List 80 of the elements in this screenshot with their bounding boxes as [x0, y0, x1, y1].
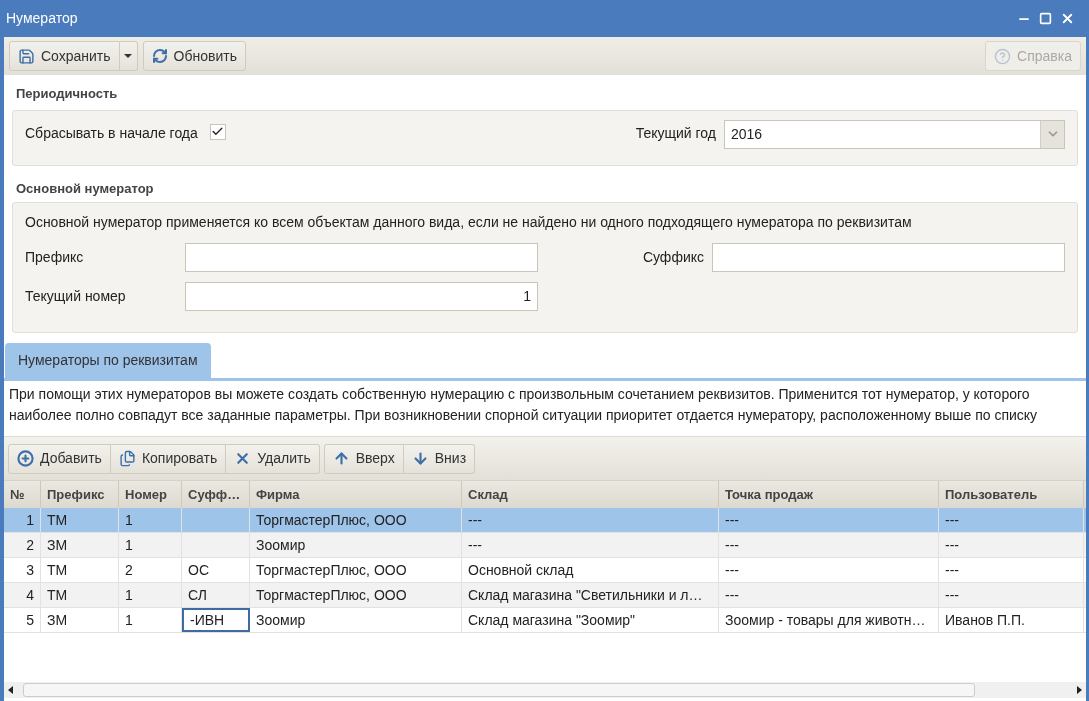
toolbar-button[interactable]: Вверх	[323, 443, 404, 474]
scroll-left-icon[interactable]	[8, 686, 13, 694]
table-cell: ---	[719, 533, 939, 557]
table-cell: Склад магазина "Светильники и л…	[462, 583, 719, 607]
table-cell: ---	[719, 508, 939, 532]
table-cell: ТМ	[41, 558, 119, 582]
close-icon[interactable]	[1060, 11, 1075, 26]
help-icon	[994, 47, 1012, 65]
table-cell: ЗМ	[41, 533, 119, 557]
table-cell: 3	[4, 558, 41, 582]
table-cell: 1	[119, 583, 182, 607]
refresh-icon	[151, 48, 168, 64]
field-label: Сбрасывать в начале года	[25, 123, 198, 143]
table-row[interactable]: 2 ЗМ 1 Зоомир --- --- ---	[4, 533, 1086, 558]
field-label: Суффикс	[642, 248, 704, 267]
horizontal-scrollbar[interactable]	[4, 682, 1086, 698]
save-menu-button[interactable]	[119, 41, 138, 71]
table-cell: ТМ	[41, 508, 119, 532]
description-text: При помощи этих нумераторов вы можете создать собственную нумерацию с произвольным сочетанием реквизитов. Применится тот нумератор, у которого наиболее полно совпадут все заданные параметры. При возникновении спорной ситуации приоритет отдается нумератору, расположенному выше по списку	[8, 385, 1039, 425]
caret-icon	[124, 54, 133, 58]
table-cell: Зоомир	[250, 533, 462, 557]
toolbar-button[interactable]: Вниз	[403, 443, 476, 474]
table-row[interactable]: 1 ТМ 1 ТоргмастерПлюс, ООО --- --- ---	[4, 508, 1086, 533]
table-cell: ТМ	[41, 583, 119, 607]
field-label: Текущий год	[635, 123, 716, 143]
table-cell: ЗМ	[41, 608, 119, 632]
table-cell: 4	[4, 583, 41, 607]
tab[interactable]: Нумераторы по реквизитам	[5, 343, 211, 378]
toolbar-button[interactable]: Добавить	[8, 443, 111, 474]
field-label: Префикс	[25, 248, 85, 267]
plus-circle-icon	[17, 450, 34, 467]
checkbox[interactable]	[209, 123, 226, 140]
table-cell: ---	[719, 558, 939, 582]
table-row[interactable]: 4 ТМ 1 СЛ ТоргмастерПлюс, ООО Склад магазина "Светильники и л… --- ---	[4, 583, 1086, 608]
table-cell: СЛ	[182, 583, 250, 607]
section-title: Периодичность	[15, 85, 119, 103]
table-cell: ТоргмастерПлюс, ООО	[250, 508, 462, 532]
documents-icon	[118, 450, 136, 467]
table-row[interactable]: 3 ТМ 2 ОС ТоргмастерПлюс, ООО Основной склад --- ---	[4, 558, 1086, 583]
description-text: Основной нумератор применяется ко всем объектам данного вида, если не найдено ни одного подходящего нумератора по реквизитам	[25, 213, 913, 232]
table-cell: -ИВН	[182, 608, 250, 632]
window-title: Нумератор	[6, 9, 78, 28]
maximize-icon[interactable]	[1039, 12, 1052, 25]
toolbar-button[interactable]: Копировать	[110, 443, 227, 474]
toolbar-button[interactable]: Удалить	[226, 443, 320, 474]
field-label: Текущий номер	[25, 287, 127, 306]
number-field[interactable]: 1	[185, 282, 538, 311]
suffix-field[interactable]	[712, 243, 1065, 272]
table-cell: 2	[4, 533, 41, 557]
table-cell: 1	[4, 508, 41, 532]
scrollbar-thumb[interactable]	[23, 683, 975, 697]
table-cell: ТоргмастерПлюс, ООО	[250, 583, 462, 607]
table-cell: ---	[939, 558, 1084, 582]
table-cell: ---	[462, 508, 719, 532]
table-cell: Основной склад	[462, 558, 719, 582]
table-cell: 1	[119, 608, 182, 632]
table-cell: Зоомир	[250, 608, 462, 632]
refresh-button[interactable]: Обновить	[142, 41, 246, 71]
table-cell: ---	[719, 583, 939, 607]
table-cell: 1	[119, 533, 182, 557]
table-cell: ОС	[182, 558, 250, 582]
table-cell: ---	[939, 508, 1084, 532]
table-row[interactable]: 5 ЗМ 1 -ИВН Зоомир Склад магазина "Зоомир" Зоомир - товары для животн… Иванов П.П.	[4, 608, 1086, 633]
table-cell: ТоргмастерПлюс, ООО	[250, 558, 462, 582]
table-cell: ---	[462, 533, 719, 557]
dropdown-value: 2016	[730, 124, 764, 144]
table-cell: 1	[119, 508, 182, 532]
table-cell: Зоомир - товары для животн…	[719, 608, 939, 632]
table-cell: Склад магазина "Зоомир"	[462, 608, 719, 632]
table-cell: 2	[119, 558, 182, 582]
scroll-right-icon[interactable]	[1077, 686, 1082, 694]
prefix-field[interactable]	[185, 243, 538, 272]
section-title: Основной нумератор	[15, 179, 155, 198]
table-cell: 5	[4, 608, 41, 632]
year-dropdown[interactable]: 2016	[724, 119, 1065, 149]
table-cell: ---	[939, 533, 1084, 557]
table-cell: ---	[939, 583, 1084, 607]
save-button[interactable]: Сохранить	[9, 41, 120, 71]
table-cell: Иванов П.П.	[939, 608, 1084, 632]
arrow-down-icon	[411, 450, 429, 467]
